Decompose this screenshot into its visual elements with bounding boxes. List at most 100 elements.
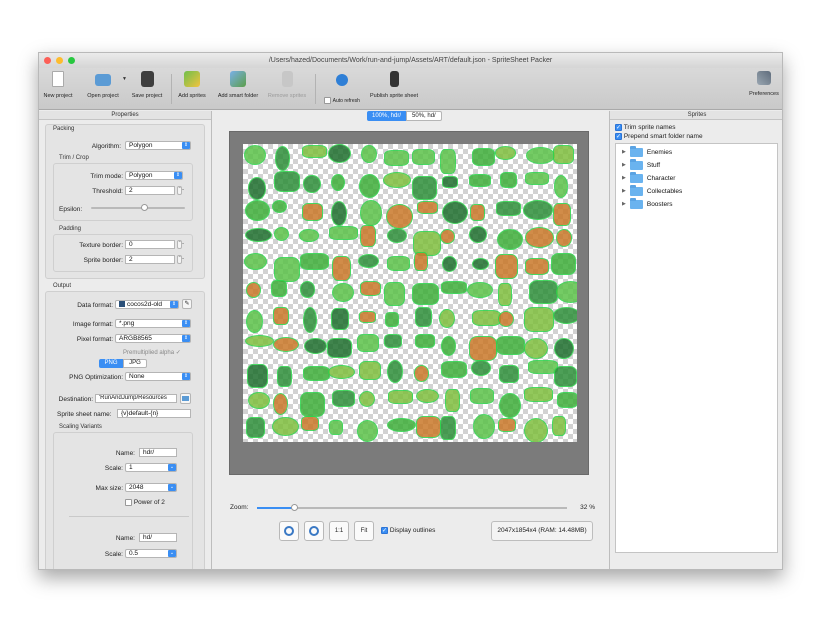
sprite[interactable] xyxy=(384,311,400,327)
sprite[interactable] xyxy=(357,253,380,269)
sprite[interactable] xyxy=(328,419,344,435)
sprite[interactable] xyxy=(552,203,571,226)
max-size-select[interactable]: 2048 ⌄ xyxy=(125,483,177,492)
open-project-button[interactable]: Open project xyxy=(84,71,122,107)
sprite[interactable] xyxy=(328,144,351,164)
tree-folder-stuff[interactable]: ▶ Stuff xyxy=(622,158,660,170)
disclosure-triangle-icon[interactable]: ▶ xyxy=(622,149,626,155)
tab-hd[interactable]: 50%, hd/ xyxy=(406,111,442,121)
sprite[interactable] xyxy=(388,390,414,404)
sprite[interactable] xyxy=(330,173,345,191)
sprite[interactable] xyxy=(387,360,404,384)
sprite[interactable] xyxy=(272,199,288,213)
trim-sprite-names-checkbox[interactable]: ✓ xyxy=(615,124,622,131)
sprite[interactable] xyxy=(243,252,268,271)
chevron-down-icon[interactable]: ▼ xyxy=(122,76,127,82)
sprite[interactable] xyxy=(499,392,521,418)
sprite[interactable] xyxy=(246,309,264,333)
sprite[interactable] xyxy=(300,391,325,417)
sprite[interactable] xyxy=(272,417,299,437)
sprite[interactable] xyxy=(276,365,293,387)
display-outlines-checkbox[interactable]: ✓ xyxy=(381,527,388,534)
sprite[interactable] xyxy=(525,146,555,164)
sprite[interactable] xyxy=(499,171,518,188)
sprite[interactable] xyxy=(469,336,497,362)
destination-input[interactable]: 'RunAndJump/Resources xyxy=(95,394,177,403)
sprite[interactable] xyxy=(248,176,267,200)
sprite[interactable] xyxy=(497,417,516,432)
publish-sprite-sheet-button[interactable]: Publish sprite sheet xyxy=(369,71,419,107)
sprite[interactable] xyxy=(387,418,416,432)
sprite[interactable] xyxy=(497,283,512,307)
sprite[interactable] xyxy=(413,365,430,382)
variant1-name-input[interactable]: hdr/ xyxy=(139,448,177,457)
auto-refresh-toggle[interactable]: Auto refresh xyxy=(323,71,361,107)
sprite[interactable] xyxy=(440,149,456,175)
sprite[interactable] xyxy=(302,203,324,221)
sprite[interactable] xyxy=(331,255,352,282)
sprite[interactable] xyxy=(469,388,494,404)
sprite[interactable] xyxy=(358,391,376,408)
sprite[interactable] xyxy=(470,360,491,376)
format-settings-button[interactable]: ✎ xyxy=(182,299,192,309)
sprite[interactable] xyxy=(383,334,402,349)
prepend-smart-folder-checkbox[interactable]: ✓ xyxy=(615,133,622,140)
epsilon-slider[interactable] xyxy=(91,204,185,211)
sprite[interactable] xyxy=(386,255,410,271)
sprite[interactable] xyxy=(525,171,550,185)
variant1-scale-select[interactable]: 1 ⌄ xyxy=(125,463,177,472)
sprite[interactable] xyxy=(551,415,567,437)
auto-refresh-checkbox[interactable] xyxy=(324,97,332,104)
sprite[interactable] xyxy=(330,308,349,331)
sprite[interactable] xyxy=(273,306,289,325)
sprite[interactable] xyxy=(416,416,442,439)
zoom-window-button[interactable] xyxy=(68,57,75,64)
sprite[interactable] xyxy=(528,280,559,304)
sprite[interactable] xyxy=(496,335,526,356)
display-outlines-option[interactable]: ✓ Display outlines xyxy=(381,527,435,534)
variant2-scale-select[interactable]: 0.5 ⌄ xyxy=(125,549,177,558)
sprite[interactable] xyxy=(416,201,438,215)
sprite[interactable] xyxy=(553,307,577,325)
new-project-button[interactable]: New project xyxy=(42,71,74,107)
sprite[interactable] xyxy=(332,390,356,408)
sprite[interactable] xyxy=(299,229,319,242)
sprite[interactable] xyxy=(359,360,381,381)
sprite[interactable] xyxy=(301,415,319,431)
zoom-slider[interactable] xyxy=(257,504,567,511)
sprite[interactable] xyxy=(327,337,353,359)
preferences-button[interactable]: Preferences xyxy=(747,71,781,107)
threshold-stepper[interactable]: ⌃⌄ xyxy=(177,186,185,195)
sprite[interactable] xyxy=(524,337,549,359)
browse-folder-button[interactable] xyxy=(180,393,191,404)
pixel-format-select[interactable]: ARGB8565 ⇕ xyxy=(115,334,191,343)
remove-sprites-button[interactable]: Remove sprites xyxy=(267,71,307,107)
data-format-select[interactable]: cocos2d-old ⇕ xyxy=(115,300,179,309)
texture-border-stepper[interactable]: ⌃⌄ xyxy=(177,240,185,249)
sprite[interactable] xyxy=(244,334,275,347)
sprite[interactable] xyxy=(412,283,439,306)
sprite[interactable] xyxy=(247,364,268,389)
sprite[interactable] xyxy=(387,227,407,244)
sprite[interactable] xyxy=(440,416,456,441)
sprite[interactable] xyxy=(273,257,300,283)
sprite[interactable] xyxy=(327,365,355,379)
sprite[interactable] xyxy=(329,226,358,240)
sprite[interactable] xyxy=(495,253,519,279)
sprite[interactable] xyxy=(523,417,548,442)
sprite[interactable] xyxy=(243,145,266,166)
tree-folder-enemies[interactable]: ▶ Enemies xyxy=(622,145,672,157)
sprite[interactable] xyxy=(272,392,289,415)
sprite[interactable] xyxy=(383,171,412,188)
sprite[interactable] xyxy=(441,256,457,273)
disclosure-triangle-icon[interactable]: ▶ xyxy=(622,201,626,207)
sprite[interactable] xyxy=(471,147,496,166)
sprite[interactable] xyxy=(384,149,409,166)
sprite[interactable] xyxy=(468,173,491,187)
sprite-border-stepper[interactable]: ⌃⌄ xyxy=(177,255,185,264)
sprite[interactable] xyxy=(247,391,270,410)
sprite[interactable] xyxy=(357,333,379,353)
fit-button[interactable]: Fit xyxy=(354,521,374,541)
sprite[interactable] xyxy=(551,253,576,276)
sprite[interactable] xyxy=(358,173,380,199)
